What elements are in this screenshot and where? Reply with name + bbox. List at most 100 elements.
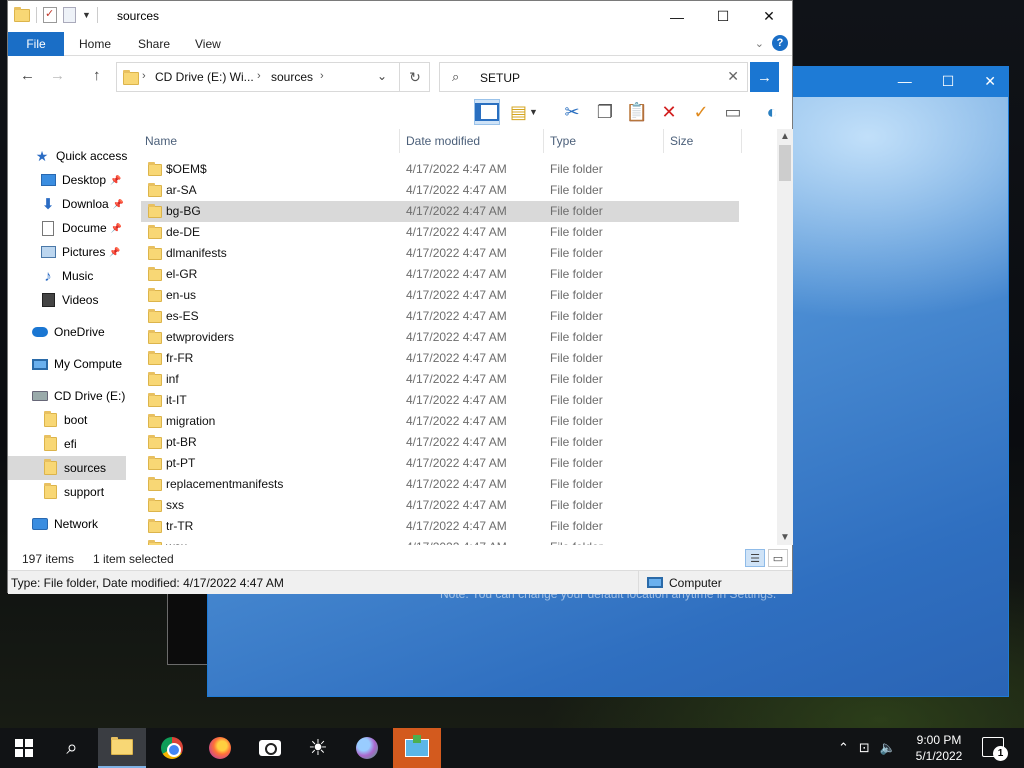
sidebar-item-boot[interactable]: boot xyxy=(8,408,126,432)
table-row[interactable]: sxs 4/17/2022 4:47 AM File folder xyxy=(141,495,739,516)
scrollbar-thumb[interactable] xyxy=(779,145,791,181)
vertical-scrollbar[interactable]: ▲ ▼ xyxy=(777,129,793,545)
table-row[interactable]: pt-BR 4/17/2022 4:47 AM File folder xyxy=(141,432,739,453)
taskbar-app[interactable] xyxy=(343,728,391,768)
table-row[interactable]: pt-PT 4/17/2022 4:47 AM File folder xyxy=(141,453,739,474)
new-folder-dropdown-icon[interactable]: ▤ ▼ xyxy=(510,99,538,125)
column-header-type[interactable]: Type xyxy=(550,129,576,153)
item-count: 197 items xyxy=(22,552,75,566)
sidebar-item-my-computer[interactable]: My Compute xyxy=(8,352,126,376)
column-header-date[interactable]: Date modified xyxy=(406,129,480,153)
table-row[interactable]: ar-SA 4/17/2022 4:47 AM File folder xyxy=(141,180,739,201)
table-row[interactable]: el-GR 4/17/2022 4:47 AM File folder xyxy=(141,264,739,285)
sidebar-item-pictures[interactable]: Pictures 📌 xyxy=(8,240,126,264)
tab-home[interactable]: Home xyxy=(79,37,111,51)
delete-icon[interactable]: ✕ xyxy=(656,99,682,125)
taskbar-brightness[interactable]: ☀ xyxy=(294,728,342,768)
sidebar-item-cd-drive[interactable]: CD Drive (E:) xyxy=(8,384,126,408)
sidebar-item-music[interactable]: ♪ Music xyxy=(8,264,126,288)
table-row[interactable]: inf 4/17/2022 4:47 AM File folder xyxy=(141,369,739,390)
shell-icon[interactable]: ◐ xyxy=(759,99,785,125)
tab-file[interactable]: File xyxy=(8,32,64,56)
close-button[interactable]: ✕ xyxy=(746,1,792,32)
table-row[interactable]: tr-TR 4/17/2022 4:47 AM File folder xyxy=(141,516,739,537)
new-folder-icon[interactable] xyxy=(63,7,76,23)
properties-toolbar-icon[interactable]: ▭ xyxy=(720,99,746,125)
volume-icon[interactable]: 🔈 xyxy=(880,740,896,756)
refresh-icon[interactable]: ↻ xyxy=(399,63,430,91)
breadcrumb-cd-drive[interactable]: CD Drive (E:) Wi... xyxy=(155,70,254,84)
start-button[interactable] xyxy=(0,728,48,768)
sidebar-item-onedrive[interactable]: OneDrive xyxy=(8,320,126,344)
tab-view[interactable]: View xyxy=(195,37,221,51)
sidebar-item-videos[interactable]: Videos xyxy=(8,288,126,312)
search-taskbar-button[interactable]: ⌕ xyxy=(48,728,96,768)
column-header-name[interactable]: Name xyxy=(145,129,177,153)
table-row[interactable]: wsu 4/17/2022 4:47 AM File folder xyxy=(141,537,739,545)
details-view-icon[interactable]: ☰ xyxy=(745,549,765,567)
sidebar-item-documents[interactable]: Docume 📌 xyxy=(8,216,126,240)
table-row[interactable]: fr-FR 4/17/2022 4:47 AM File folder xyxy=(141,348,739,369)
cut-icon[interactable]: ✂ xyxy=(559,99,585,125)
table-row[interactable]: replacementmanifests 4/17/2022 4:47 AM Fil… xyxy=(141,474,739,495)
help-icon[interactable]: ? xyxy=(772,35,788,51)
search-box[interactable]: ⌕ SETUP ✕ xyxy=(439,62,748,92)
sidebar-item-sources[interactable]: sources xyxy=(8,456,126,480)
minimize-button[interactable]: — xyxy=(654,1,700,32)
table-row[interactable]: etwproviders 4/17/2022 4:47 AM File folder xyxy=(141,327,739,348)
rename-check-icon[interactable]: ✓ xyxy=(688,99,714,125)
table-row[interactable]: bg-BG 4/17/2022 4:47 AM File folder xyxy=(141,201,739,222)
breadcrumb-separator-icon[interactable]: › xyxy=(142,70,146,82)
search-input[interactable]: SETUP xyxy=(480,71,520,85)
taskbar-camera[interactable] xyxy=(246,728,294,768)
chevron-down-icon[interactable]: ⌄ xyxy=(377,69,387,83)
customize-toolbar-icon[interactable]: ▼ xyxy=(82,10,91,20)
breadcrumb-separator-icon[interactable]: › xyxy=(257,70,261,82)
table-row[interactable]: it-IT 4/17/2022 4:47 AM File folder xyxy=(141,390,739,411)
scroll-up-icon[interactable]: ▲ xyxy=(780,131,790,142)
maximize-icon[interactable]: ☐ xyxy=(942,73,955,90)
back-arrow-icon[interactable]: ← xyxy=(20,67,35,84)
table-row[interactable]: es-ES 4/17/2022 4:47 AM File folder xyxy=(141,306,739,327)
table-row[interactable]: de-DE 4/17/2022 4:47 AM File folder xyxy=(141,222,739,243)
file-type: File folder xyxy=(550,246,603,260)
table-row[interactable]: en-us 4/17/2022 4:47 AM File folder xyxy=(141,285,739,306)
file-name: replacementmanifests xyxy=(166,477,284,491)
sidebar-item-network[interactable]: Network xyxy=(8,512,126,536)
table-row[interactable]: migration 4/17/2022 4:47 AM File folder xyxy=(141,411,739,432)
search-go-button[interactable]: → xyxy=(750,62,779,92)
taskbar-firefox[interactable] xyxy=(196,728,244,768)
network-icon[interactable]: ⊡ xyxy=(859,740,870,756)
large-icons-view-icon[interactable]: ▭ xyxy=(768,549,788,567)
up-arrow-icon[interactable]: ↑ xyxy=(93,67,101,84)
taskbar-file-explorer[interactable] xyxy=(98,728,146,768)
sidebar-item-desktop[interactable]: Desktop 📌 xyxy=(8,168,126,192)
layout-pane-icon[interactable] xyxy=(474,99,500,125)
chevron-up-icon[interactable]: ⌃ xyxy=(838,740,849,756)
clock[interactable]: 9:00 PM 5/1/2022 xyxy=(914,732,964,764)
properties-icon[interactable] xyxy=(43,7,57,23)
close-icon[interactable]: ✕ xyxy=(984,73,996,90)
table-row[interactable]: dlmanifests 4/17/2022 4:47 AM File folder xyxy=(141,243,739,264)
sidebar-item-support[interactable]: support xyxy=(8,480,126,504)
maximize-button[interactable]: ☐ xyxy=(700,1,746,32)
forward-arrow-icon[interactable]: → xyxy=(50,67,65,84)
copy-icon[interactable]: ❐ xyxy=(592,99,618,125)
clear-search-icon[interactable]: ✕ xyxy=(727,68,739,85)
sidebar-item-quick-access[interactable]: ★ Quick access xyxy=(8,144,128,168)
tab-share[interactable]: Share xyxy=(138,37,170,51)
sidebar-item-downloads[interactable]: ⬇ Downloa 📌 xyxy=(8,192,126,216)
paste-icon[interactable]: 📋 xyxy=(624,99,650,125)
taskbar-chrome[interactable] xyxy=(148,728,196,768)
minimize-icon[interactable]: — xyxy=(898,73,912,90)
scroll-down-icon[interactable]: ▼ xyxy=(780,532,790,543)
address-bar[interactable]: › CD Drive (E:) Wi... › sources › ⌄ ↻ xyxy=(116,62,430,92)
table-row[interactable]: $OEM$ 4/17/2022 4:47 AM File folder xyxy=(141,159,739,180)
breadcrumb-sources[interactable]: sources xyxy=(271,70,313,84)
breadcrumb-separator-icon[interactable]: › xyxy=(320,70,324,82)
folder-icon xyxy=(148,477,162,491)
taskbar-setup[interactable] xyxy=(393,728,441,768)
sidebar-item-efi[interactable]: efi xyxy=(8,432,126,456)
expand-ribbon-icon[interactable]: ⌄ xyxy=(755,37,764,50)
column-header-size[interactable]: Size xyxy=(670,129,693,153)
